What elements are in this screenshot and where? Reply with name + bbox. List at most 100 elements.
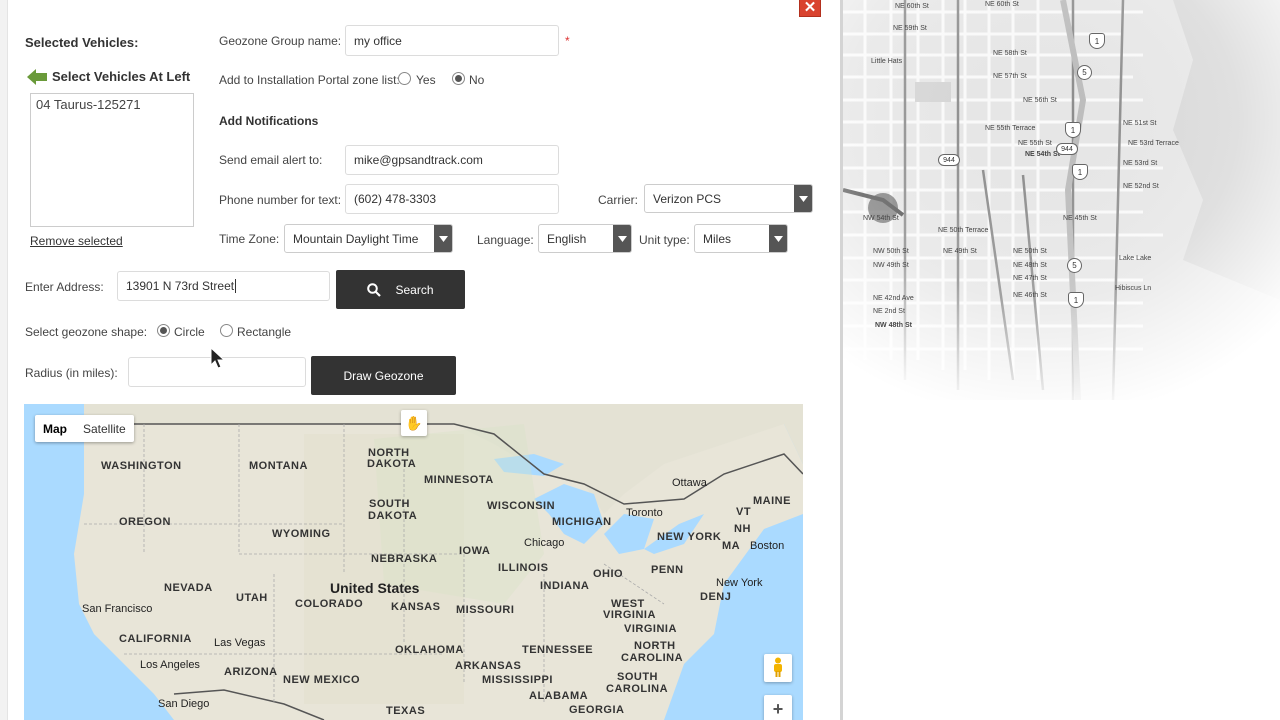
rectangle-label: Rectangle: [237, 325, 292, 339]
map-label: COLORADO: [295, 598, 364, 610]
no-radio[interactable]: [452, 72, 465, 85]
group-name-label: Geozone Group name:: [219, 34, 342, 48]
map-label: MONTANA: [249, 460, 308, 472]
street-label: NE 48th St: [1013, 262, 1047, 269]
map-city-label: Toronto: [626, 507, 663, 519]
map-city-label: San Francisco: [82, 603, 153, 615]
geozone-map[interactable]: Map Satellite ✋ WASHINGTON MONTANA NORTH…: [24, 404, 803, 720]
carrier-select[interactable]: Verizon PCS: [644, 184, 813, 213]
map-city-label: Los Angeles: [140, 659, 200, 671]
rectangle-radio[interactable]: [220, 324, 233, 337]
remove-selected-link[interactable]: Remove selected: [30, 234, 123, 248]
unit-type-select[interactable]: Miles: [694, 224, 788, 253]
map-label: ILLINOIS: [498, 562, 549, 574]
street-label: NE 42nd Ave: [873, 295, 914, 302]
map-label: WISCONSIN: [487, 500, 556, 512]
address-label: Enter Address:: [25, 280, 104, 294]
highway-shield-icon: 1: [1065, 122, 1081, 138]
street-label: NE 50th St: [1013, 248, 1047, 255]
radius-label: Radius (in miles):: [25, 366, 118, 380]
map-label: TENNESSEE: [522, 644, 594, 656]
vehicle-list-item[interactable]: 04 Taurus-125271: [36, 97, 188, 112]
shape-label: Select geozone shape:: [25, 325, 148, 339]
selected-vehicles-title: Selected Vehicles:: [25, 35, 139, 50]
street-label: NE 52nd St: [1123, 183, 1159, 190]
map-label: PENN: [651, 564, 684, 576]
route-shield-icon: 5: [1077, 65, 1092, 80]
map-label: DAKOTA: [368, 510, 418, 522]
map-label: VIRGINIA: [624, 623, 677, 635]
street-label: NE 56th St: [1023, 97, 1057, 104]
map-label: CAROLINA: [621, 652, 684, 664]
carrier-value: Verizon PCS: [653, 191, 722, 206]
portal-label: Add to Installation Portal zone list:: [219, 73, 400, 87]
route-shield-icon: 944: [938, 154, 960, 166]
map-label: NEVADA: [164, 582, 213, 594]
zoom-in-button[interactable]: +: [764, 695, 792, 720]
street-label: NW 50th St: [873, 248, 909, 255]
map-label: INDIANA: [540, 580, 590, 592]
street-label: NE 2nd St: [873, 308, 905, 315]
circle-radio[interactable]: [157, 324, 170, 337]
street-view-button[interactable]: [764, 654, 792, 682]
pan-hand-button[interactable]: ✋: [401, 410, 427, 436]
search-icon: [367, 282, 382, 297]
map-label: OHIO: [593, 568, 624, 580]
language-label: Language:: [477, 233, 534, 247]
no-label: No: [469, 73, 485, 87]
group-name-input[interactable]: my office: [345, 25, 559, 56]
phone-field[interactable]: (602) 478-3303: [345, 184, 559, 214]
street-label: NW 54th St: [863, 215, 899, 222]
language-select[interactable]: English: [538, 224, 632, 253]
map-label: MISSOURI: [456, 604, 515, 616]
street-label: Lake Lake: [1119, 255, 1152, 262]
search-button[interactable]: Search: [336, 270, 465, 309]
phone-label: Phone number for text:: [219, 193, 342, 207]
street-label: NE 49th St: [943, 248, 977, 255]
map-label: KANSAS: [391, 601, 441, 613]
satellite-tab[interactable]: Satellite: [75, 415, 134, 442]
map-label: TEXAS: [386, 705, 426, 717]
email-field[interactable]: mike@gpsandtrack.com: [345, 145, 559, 175]
map-label: VIRGINIA: [603, 609, 656, 621]
map-label: WYOMING: [272, 528, 331, 540]
map-label: SOUTH: [617, 671, 658, 683]
chevron-down-icon: [769, 225, 787, 252]
street-label: NW 48th St: [875, 322, 912, 329]
map-label: ARIZONA: [224, 666, 278, 678]
timezone-select[interactable]: Mountain Daylight Time: [284, 224, 453, 253]
map-label: NEW MEXICO: [283, 674, 361, 686]
carrier-label: Carrier:: [598, 193, 639, 207]
street-label: NE 53rd Terrace: [1128, 140, 1179, 147]
required-mark: *: [565, 34, 570, 48]
map-label: DAKOTA: [367, 458, 417, 470]
map-label: MAINE: [753, 495, 791, 507]
street-label: Little Hats: [871, 58, 903, 65]
map-label: WASHINGTON: [101, 460, 182, 472]
street-label: NE 45th St: [1063, 215, 1097, 222]
email-label: Send email alert to:: [219, 153, 323, 167]
close-button[interactable]: ✕: [799, 0, 821, 17]
left-page-edge: [0, 0, 8, 720]
street-label: NE 55th Terrace: [985, 125, 1036, 132]
address-input[interactable]: 13901 N 73rd Street: [117, 271, 330, 301]
highway-shield-icon: 1: [1089, 33, 1105, 49]
street-label: Hibiscus Ln: [1115, 285, 1152, 292]
map-label: UTAH: [236, 592, 268, 604]
map-label: IOWA: [459, 545, 491, 557]
close-icon: ✕: [803, 0, 817, 16]
route-shield-icon: 944: [1056, 143, 1078, 155]
map-label: VT: [736, 506, 752, 518]
pegman-icon: [772, 657, 784, 680]
map-label: OKLAHOMA: [395, 644, 464, 656]
select-vehicles-hint: Select Vehicles At Left: [52, 69, 191, 84]
street-label: NE 46th St: [1013, 292, 1047, 299]
chevron-down-icon: [434, 225, 452, 252]
draw-geozone-button[interactable]: Draw Geozone: [311, 356, 456, 395]
map-label: NORTH: [634, 640, 676, 652]
map-city-label: Ottawa: [672, 477, 707, 489]
yes-radio[interactable]: [398, 72, 411, 85]
vehicle-listbox[interactable]: 04 Taurus-125271: [30, 93, 194, 227]
map-tab[interactable]: Map: [35, 415, 75, 442]
map-label: NH: [734, 523, 751, 535]
